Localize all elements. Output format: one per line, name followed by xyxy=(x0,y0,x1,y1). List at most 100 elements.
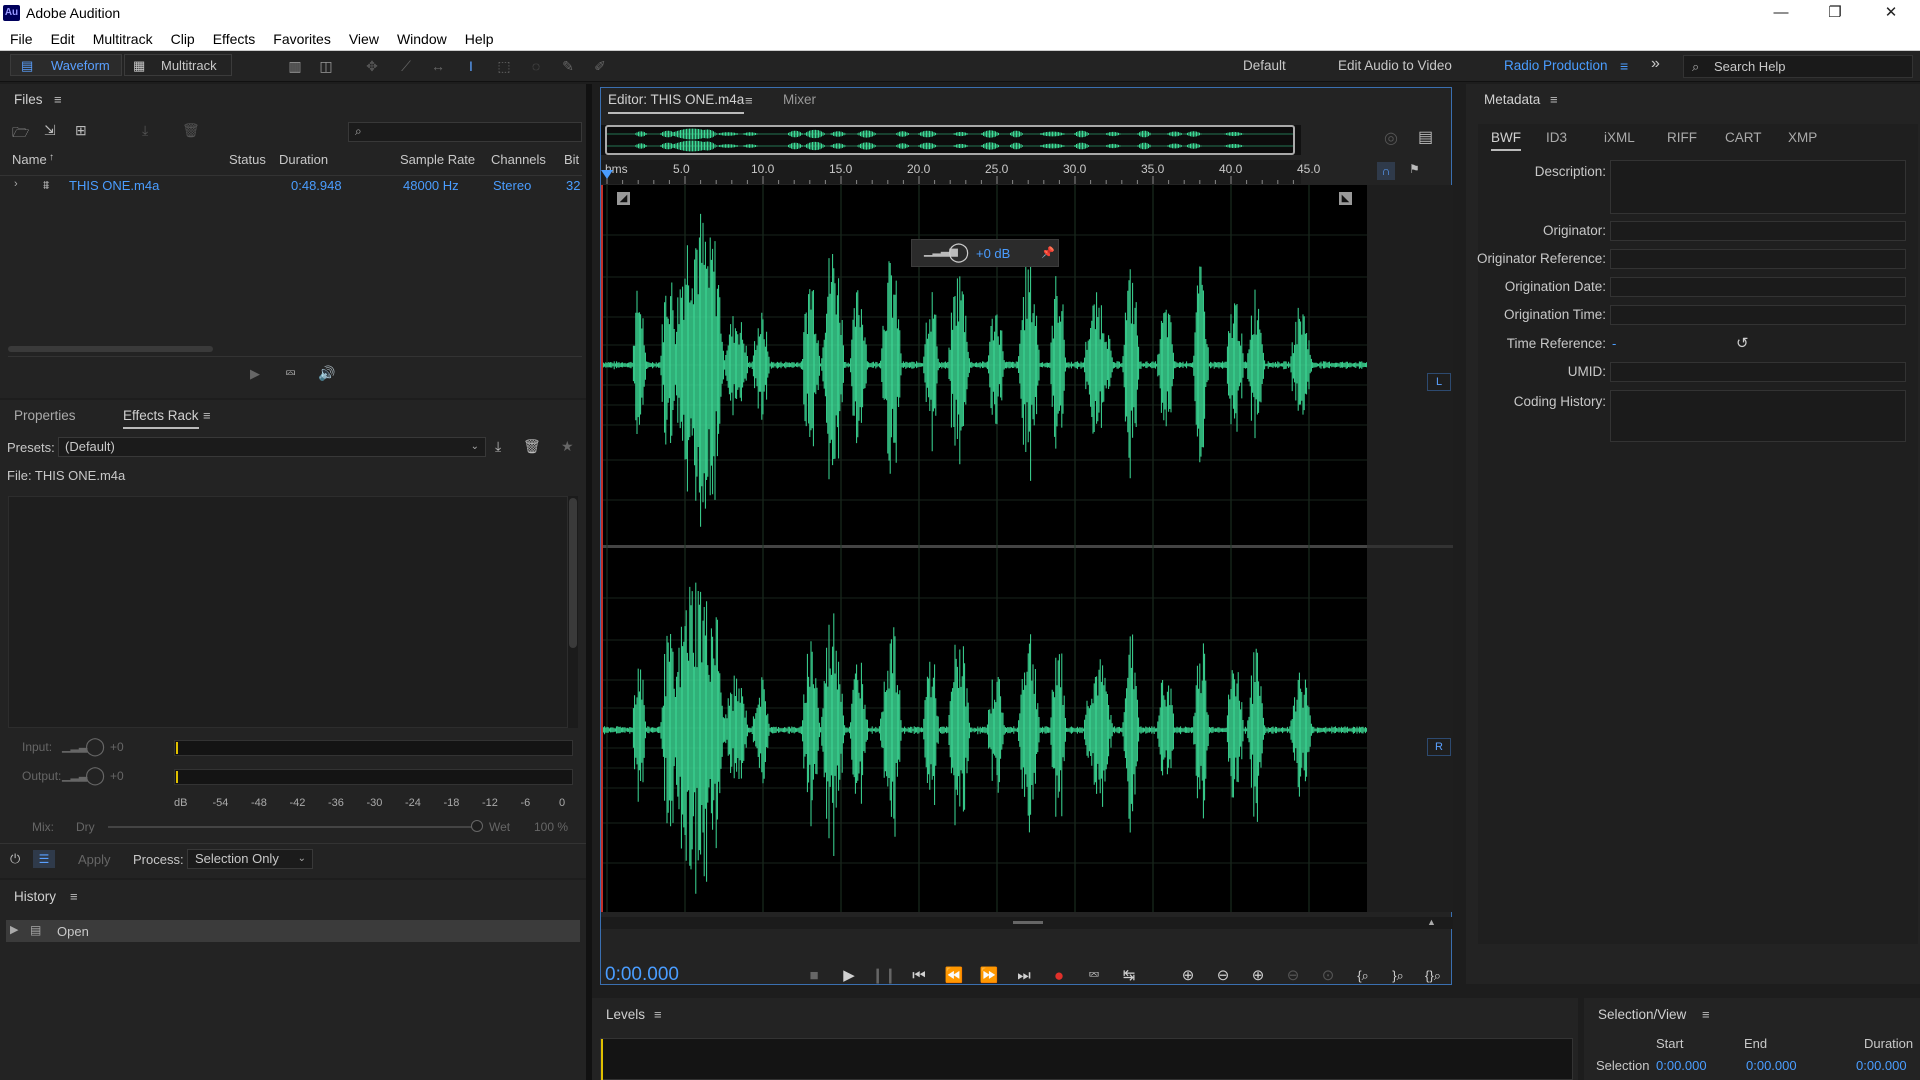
loop-playback-icon[interactable]: ⮹ xyxy=(1081,964,1107,988)
apply-button[interactable]: Apply xyxy=(78,852,111,867)
show-effects-list-icon[interactable]: ☰ xyxy=(33,850,55,868)
stop-icon[interactable]: ■ xyxy=(801,964,827,988)
history-menu-icon[interactable]: ≡ xyxy=(70,889,78,904)
time-reference-value[interactable]: - xyxy=(1612,336,1616,351)
spot-healing-icon[interactable]: ✐ xyxy=(590,57,610,75)
col-name[interactable]: Name xyxy=(12,152,47,167)
time-selection-tool-icon[interactable]: I xyxy=(461,57,481,75)
track-view-icon[interactable]: ▤ xyxy=(1418,127,1433,147)
workspace-overflow-icon[interactable]: » xyxy=(1651,53,1660,75)
tab-riff[interactable]: RIFF xyxy=(1667,130,1697,145)
zoom-overview-icon[interactable]: ◎ xyxy=(1384,128,1398,148)
menu-file[interactable]: File xyxy=(0,27,41,51)
workspace-menu-icon[interactable]: ≡ xyxy=(1620,55,1628,77)
files-panel-menu-icon[interactable]: ≡ xyxy=(54,92,62,107)
description-field[interactable] xyxy=(1610,160,1906,214)
reset-time-reference-icon[interactable]: ↺ xyxy=(1736,334,1749,352)
channel-right-toggle[interactable]: R xyxy=(1427,738,1451,756)
effects-slot-scrollbar[interactable] xyxy=(568,496,578,728)
skip-selection-icon[interactable]: ↹ xyxy=(1116,964,1142,988)
input-gain-knob-icon[interactable]: ◯ xyxy=(85,736,105,757)
zoom-in-point-icon[interactable]: {⌕ xyxy=(1350,964,1376,988)
tab-cart[interactable]: CART xyxy=(1725,130,1762,145)
zoom-selection-icon[interactable]: ⊙ xyxy=(1315,964,1341,988)
list-item[interactable]: ▶ ▤ Open xyxy=(6,920,580,942)
import-file-icon[interactable]: ⇲ xyxy=(44,122,56,139)
col-bit[interactable]: Bit xyxy=(564,152,579,167)
workspace-edit-audio-to-video[interactable]: Edit Audio to Video xyxy=(1338,55,1452,77)
menu-clip[interactable]: Clip xyxy=(161,27,203,51)
hud-gain-knob-icon[interactable]: ◯ xyxy=(948,241,969,264)
selection-end[interactable]: 0:00.000 xyxy=(1746,1058,1797,1073)
insert-into-multitrack-icon[interactable]: ⤓ xyxy=(142,122,148,139)
minimize-button[interactable]: — xyxy=(1758,0,1804,27)
expand-chevron-icon[interactable]: › xyxy=(14,178,18,190)
zoom-out-amplitude-icon[interactable]: ⊖ xyxy=(1210,964,1236,988)
files-horizontal-scrollbar[interactable] xyxy=(8,346,213,352)
origination-date-field[interactable] xyxy=(1610,277,1906,297)
zoom-in-time-icon[interactable]: ⊕ xyxy=(1245,964,1271,988)
time-ruler[interactable]: hms 5.0 10.0 15.0 20.0 25.0 30.0 35.0 40.0 45.0 xyxy=(601,160,1320,184)
mix-slider-handle[interactable] xyxy=(471,820,483,832)
play-icon[interactable]: ▶ xyxy=(836,964,862,988)
table-row[interactable]: › ⩩ THIS ONE.m4a 0:48.948 48000 Hz Stere… xyxy=(0,175,582,195)
originator-field[interactable] xyxy=(1610,221,1906,241)
go-to-start-icon[interactable]: ⏮ xyxy=(906,964,932,988)
spectral-pitch-icon[interactable]: ◫ xyxy=(316,57,336,75)
tab-mixer[interactable]: Mixer xyxy=(783,92,816,107)
preview-autoplay-icon[interactable]: 🔊 xyxy=(318,365,335,382)
mix-slider-track[interactable] xyxy=(108,826,475,828)
fast-forward-icon[interactable]: ⏩ xyxy=(976,964,1002,988)
lasso-tool-icon[interactable]: ◌ xyxy=(526,57,546,75)
zoom-out-full-icon[interactable]: ⊖ xyxy=(1280,964,1306,988)
marquee-tool-icon[interactable]: ⬚ xyxy=(494,57,514,75)
fade-out-handle-icon[interactable]: ◣ xyxy=(1339,192,1352,205)
selection-view-menu-icon[interactable]: ≡ xyxy=(1702,1007,1710,1022)
favorite-star-icon[interactable]: ★ xyxy=(561,438,574,455)
effects-rack-menu-icon[interactable]: ≡ xyxy=(203,408,211,423)
marker-pin-icon[interactable]: ⚑ xyxy=(1409,162,1420,176)
originator-reference-field[interactable] xyxy=(1610,249,1906,269)
presets-dropdown[interactable]: (Default) ⌄ xyxy=(58,437,486,457)
menu-edit[interactable]: Edit xyxy=(41,27,83,51)
menu-window[interactable]: Window xyxy=(387,27,455,51)
col-channels[interactable]: Channels xyxy=(491,152,546,167)
slip-tool-icon[interactable]: ↔ xyxy=(428,57,448,75)
tab-effects-rack[interactable]: Effects Rack xyxy=(123,408,199,429)
editor-horizontal-scrollbar[interactable]: ▲ xyxy=(601,917,1453,929)
col-duration[interactable]: Duration xyxy=(279,152,328,167)
tab-bwf[interactable]: BWF xyxy=(1491,130,1521,151)
menu-view[interactable]: View xyxy=(339,27,387,51)
delete-file-icon[interactable]: 🗑 xyxy=(182,122,200,139)
move-tool-icon[interactable]: ✥ xyxy=(362,57,382,75)
go-to-end-icon[interactable]: ⏭ xyxy=(1011,964,1037,988)
col-sample-rate[interactable]: Sample Rate xyxy=(400,152,475,167)
selection-duration[interactable]: 0:00.000 xyxy=(1856,1058,1907,1073)
output-gain-knob-icon[interactable]: ◯ xyxy=(85,765,105,786)
current-time[interactable]: 0:00.000 xyxy=(605,964,679,986)
expand-up-icon[interactable]: ▲ xyxy=(1427,917,1436,927)
channel-left-toggle[interactable]: L xyxy=(1427,373,1451,391)
record-icon[interactable]: ● xyxy=(1046,964,1072,988)
menu-help[interactable]: Help xyxy=(455,27,502,51)
tab-editor[interactable]: Editor: THIS ONE.m4a xyxy=(608,92,745,114)
editor-menu-icon[interactable]: ≡ xyxy=(745,93,753,108)
rewind-icon[interactable]: ⏪ xyxy=(941,964,967,988)
delete-preset-icon[interactable]: 🗑 xyxy=(523,438,541,455)
tab-xmp[interactable]: XMP xyxy=(1788,130,1817,145)
spectral-frequency-icon[interactable]: ▥ xyxy=(285,57,305,75)
menu-effects[interactable]: Effects xyxy=(203,27,264,51)
open-file-icon[interactable]: 🗁 xyxy=(12,122,29,146)
razor-tool-icon[interactable]: ⟋ xyxy=(396,57,416,75)
tab-properties[interactable]: Properties xyxy=(14,408,76,423)
save-preset-icon[interactable]: ⤓ xyxy=(495,438,501,455)
brush-tool-icon[interactable]: ✎ xyxy=(558,57,578,75)
metadata-menu-icon[interactable]: ≡ xyxy=(1550,92,1558,107)
rack-power-icon[interactable]: ⏻ xyxy=(10,851,20,867)
playhead-marker-icon[interactable] xyxy=(601,170,613,179)
overview-strip[interactable] xyxy=(601,125,1301,155)
zoom-out-point-icon[interactable]: }⌕ xyxy=(1385,964,1411,988)
new-file-icon[interactable]: ⊞ xyxy=(75,122,87,139)
gain-hud[interactable]: ▁▂▃▅ ◯ +0 dB 📌 xyxy=(911,239,1059,267)
search-help-field[interactable]: ⌕ Search Help xyxy=(1683,55,1913,78)
